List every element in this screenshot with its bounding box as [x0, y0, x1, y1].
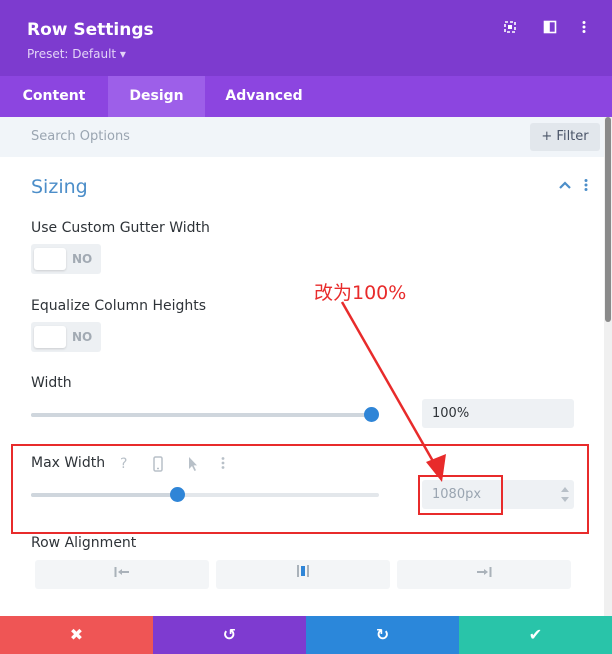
- modal-footer: ✖ ↺ ↻ ✔: [0, 616, 612, 654]
- align-right-button[interactable]: [397, 560, 571, 589]
- cancel-button[interactable]: ✖: [0, 616, 153, 654]
- align-left-icon: [114, 567, 129, 577]
- align-left-button[interactable]: [35, 560, 209, 589]
- row-alignment-label: Row Alignment: [31, 535, 137, 551]
- undo-button[interactable]: ↺: [153, 616, 306, 654]
- save-button[interactable]: ✔: [459, 616, 612, 654]
- align-center-icon: [297, 565, 309, 577]
- annotation-arrow: [340, 301, 446, 482]
- align-right-icon: [477, 567, 492, 577]
- redo-button[interactable]: ↻: [306, 616, 459, 654]
- align-center-button[interactable]: [216, 560, 390, 589]
